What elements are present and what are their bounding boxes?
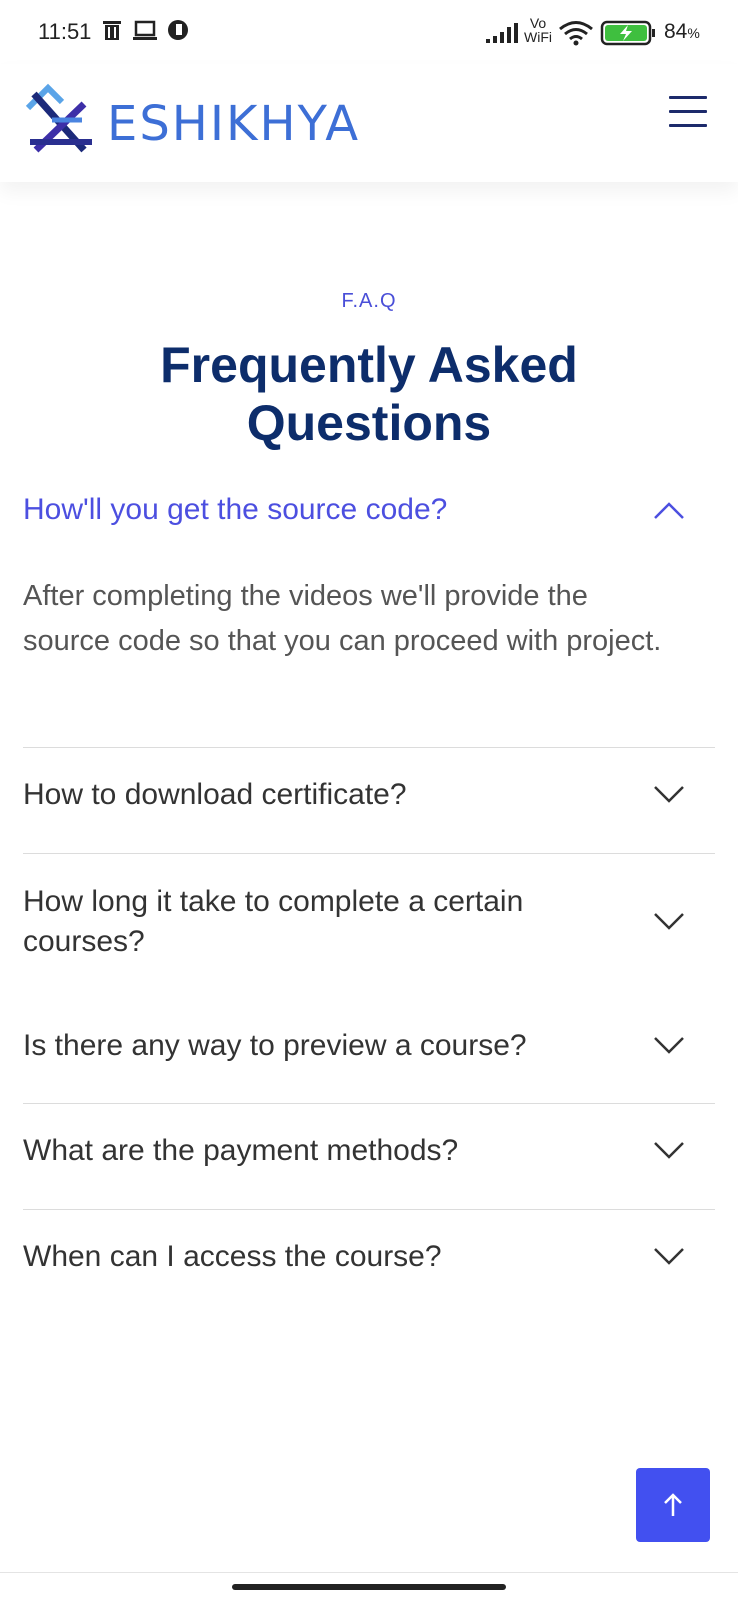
home-indicator[interactable] [232,1584,506,1590]
location-badge-icon [168,20,188,40]
faq-question[interactable]: How long it take to complete a certain c… [23,882,623,962]
chevron-down-icon[interactable] [653,912,685,932]
back-to-top-button[interactable] [636,1468,710,1542]
faq-question[interactable]: What are the payment methods? [23,1131,623,1171]
faq-item[interactable]: Is there any way to preview a course? [23,1026,715,1066]
battery-charging-icon [600,20,655,46]
faq-divider [23,747,715,748]
brand-logo[interactable]: ESHIKHYA [22,80,417,162]
trash-icon [103,21,121,40]
faq-item[interactable]: When can I access the course? [23,1237,715,1277]
faq-question[interactable]: How to download certificate? [23,775,623,815]
status-bar: 11:51 Vo WiFi 84% [0,0,738,64]
battery-percent: 84% [664,20,700,43]
wifi-icon [559,21,593,46]
faq-kicker: F.A.Q [341,290,397,312]
chevron-down-icon[interactable] [653,1247,685,1267]
signal-icon [486,23,518,43]
faq-item[interactable]: How to download certificate? [23,775,715,815]
faq-divider [23,1103,715,1104]
hamburger-icon [669,96,707,99]
brand-name: ESHIKHYA [107,96,361,152]
faq-divider [23,853,715,854]
laptop-icon [133,20,157,40]
faq-item[interactable]: How long it take to complete a certain c… [23,882,715,962]
logo-mark-icon [25,83,92,153]
faq-divider [23,1209,715,1210]
faq-item[interactable]: How'll you get the source code? After co… [23,490,715,664]
hamburger-menu-button[interactable] [669,96,707,130]
status-time: 11:51 [38,19,92,44]
faq-question[interactable]: How'll you get the source code? [23,490,623,530]
vowifi-label: Vo WiFi [524,15,552,45]
faq-question[interactable]: When can I access the course? [23,1237,623,1277]
chevron-up-icon[interactable] [653,500,685,520]
chevron-down-icon[interactable] [653,1141,685,1161]
faq-title: Frequently Asked Questions [160,337,578,451]
chevron-down-icon[interactable] [653,785,685,805]
arrow-up-icon [664,1493,682,1516]
faq-question[interactable]: Is there any way to preview a course? [23,1026,623,1066]
site-header: ESHIKHYA [0,64,738,182]
faq-answer: After completing the videos we'll provid… [23,580,662,657]
bottom-divider [0,1572,738,1573]
chevron-down-icon[interactable] [653,1036,685,1056]
faq-item[interactable]: What are the payment methods? [23,1131,715,1171]
